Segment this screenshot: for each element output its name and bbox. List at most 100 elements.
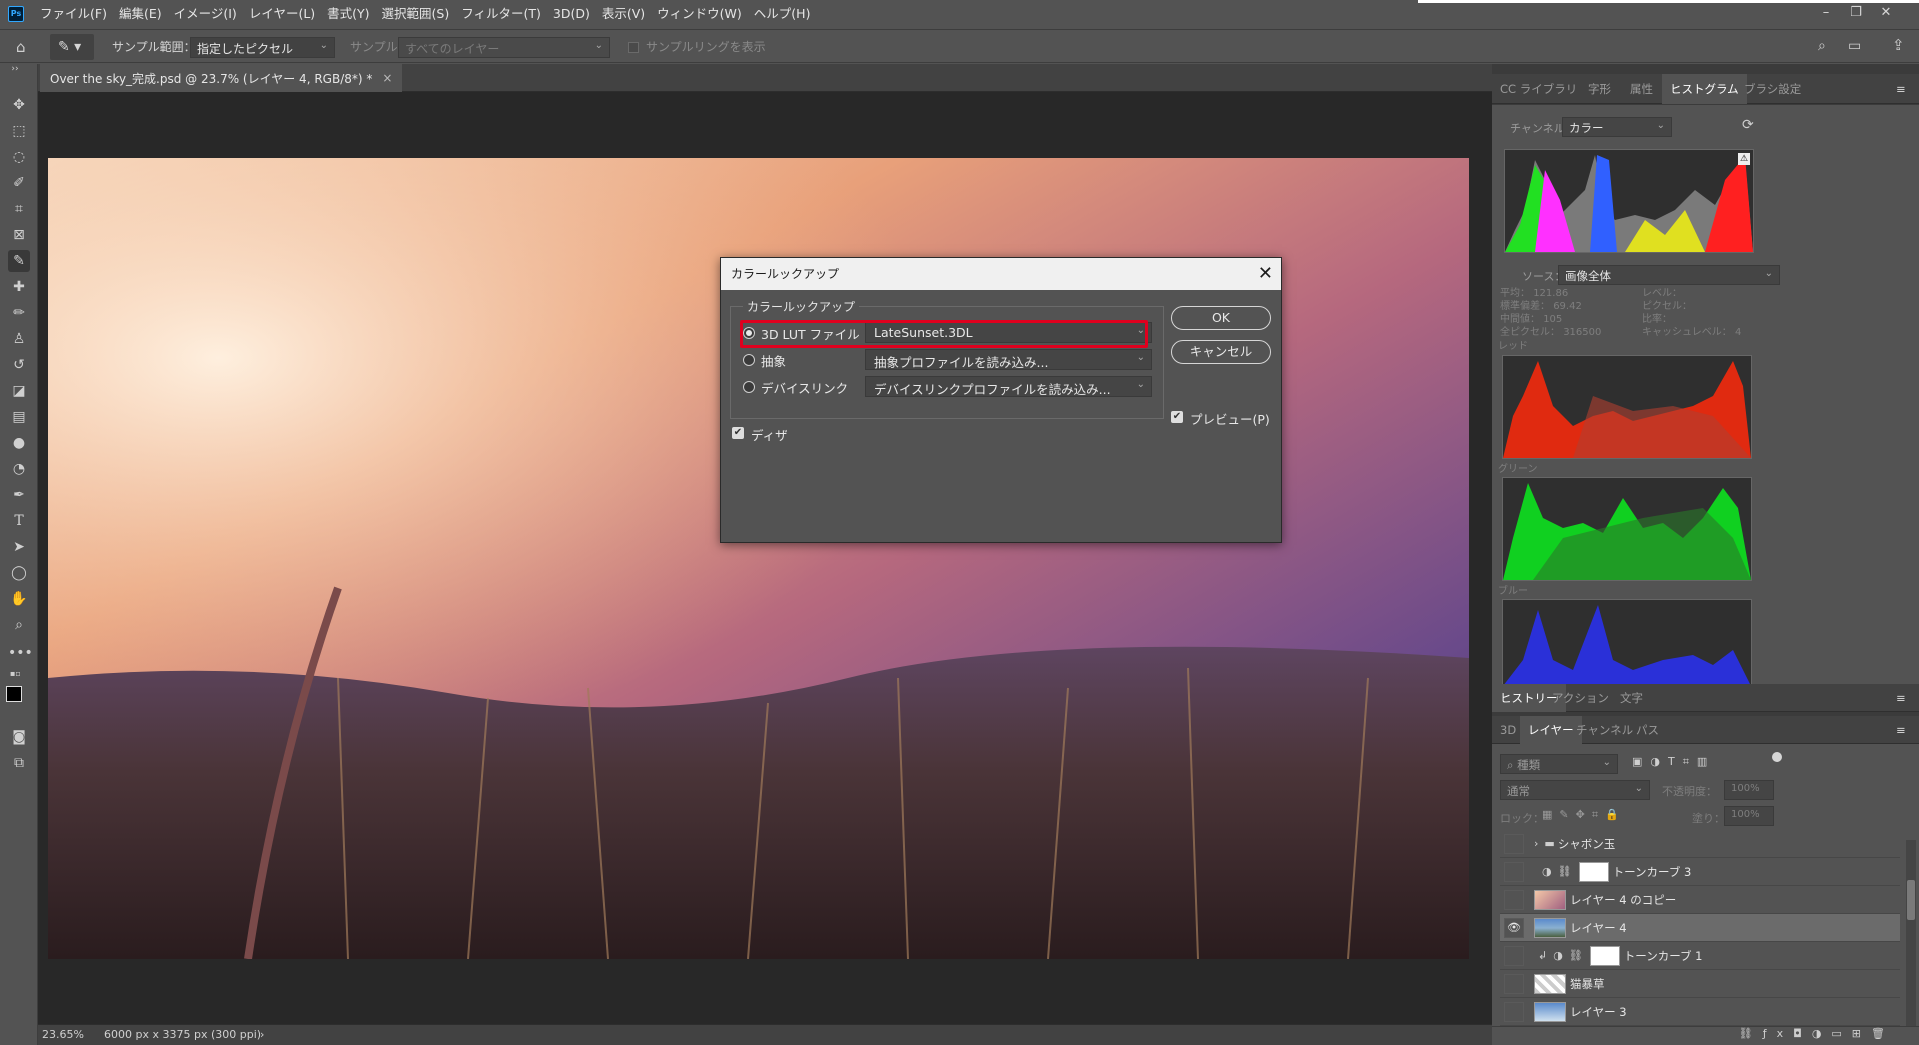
menu-image[interactable]: イメージ(I): [168, 0, 243, 28]
chevron-right-icon[interactable]: ›: [1534, 837, 1538, 850]
tab-brush-settings[interactable]: ブラシ設定: [1736, 74, 1809, 104]
refresh-icon[interactable]: ⟳: [1742, 117, 1754, 133]
layers-scrollbar-thumb[interactable]: [1907, 880, 1915, 920]
menu-layer[interactable]: レイヤー(L): [243, 0, 321, 28]
menu-filter[interactable]: フィルター(T): [455, 0, 547, 28]
devicelink-profile-select[interactable]: デバイスリンクプロファイルを読み込み... ⌄: [865, 376, 1152, 397]
visibility-toggle[interactable]: [1504, 1001, 1524, 1022]
pen-tool-icon[interactable]: ✒: [8, 484, 30, 506]
collapse-toolbox-icon[interactable]: ››: [4, 64, 26, 74]
tab-cc-libraries[interactable]: CC ライブラリ: [1492, 74, 1585, 104]
minimize-icon[interactable]: –: [1816, 4, 1836, 22]
eyedropper-preset-icon[interactable]: ✎ ▾: [50, 34, 94, 60]
dither-checkbox[interactable]: ✔: [732, 427, 744, 439]
tab-paths[interactable]: パス: [1628, 716, 1667, 744]
visibility-toggle[interactable]: [1504, 973, 1524, 994]
abstract-profile-select[interactable]: 抽象プロファイルを読み込み... ⌄: [865, 349, 1152, 370]
tab-character[interactable]: 文字: [1612, 684, 1651, 712]
dodge-tool-icon[interactable]: ◔: [8, 458, 30, 480]
channel-select[interactable]: カラー ⌄: [1562, 117, 1672, 137]
more-tools-icon[interactable]: •••: [8, 642, 33, 664]
visibility-toggle[interactable]: [1504, 861, 1524, 882]
source-select[interactable]: 画像全体 ⌄: [1558, 265, 1780, 285]
quick-select-tool-icon[interactable]: ✐: [8, 172, 30, 194]
tab-glyphs[interactable]: 字形: [1580, 74, 1619, 104]
document-tab[interactable]: Over the sky_完成.psd @ 23.7% (レイヤー 4, RGB…: [40, 64, 403, 92]
brush-tool-icon[interactable]: ✏: [8, 302, 30, 324]
blend-mode-select[interactable]: 通常 ⌄: [1500, 780, 1650, 800]
layer-filter-icons[interactable]: ▣◑T⌗▥: [1632, 755, 1715, 769]
lasso-tool-icon[interactable]: ◌: [8, 146, 30, 168]
opacity-input[interactable]: 100%: [1724, 780, 1774, 800]
search-icon[interactable]: ⌕: [1818, 38, 1826, 54]
default-colors-icon[interactable]: ▪▫: [10, 669, 21, 678]
lock-icons[interactable]: ▦✎✥⌗🔒: [1542, 808, 1626, 822]
layers-scrollbar[interactable]: [1906, 840, 1916, 1030]
panel-menu-icon[interactable]: ≡: [1888, 74, 1914, 104]
blur-tool-icon[interactable]: ●: [8, 432, 30, 454]
path-select-tool-icon[interactable]: ➤: [8, 536, 30, 558]
layer-row[interactable]: レイヤー 4 のコピー: [1500, 886, 1900, 914]
visibility-eye-icon[interactable]: 👁: [1504, 917, 1524, 938]
layer-row[interactable]: レイヤー 3: [1500, 998, 1900, 1026]
stamp-tool-icon[interactable]: ♙: [8, 328, 30, 350]
menu-3d[interactable]: 3D(D): [547, 0, 596, 28]
share-icon[interactable]: ⇪: [1892, 36, 1905, 54]
crop-tool-icon[interactable]: ⌗: [8, 198, 30, 220]
panel-menu-icon[interactable]: ≡: [1888, 684, 1914, 712]
foreground-color-swatch[interactable]: [6, 686, 22, 702]
cache-warning-icon[interactable]: ⚠: [1738, 153, 1750, 165]
screen-mode-icon[interactable]: ⧉: [8, 752, 30, 774]
fill-input[interactable]: 100%: [1724, 806, 1774, 826]
type-tool-icon[interactable]: T: [8, 510, 30, 532]
menu-view[interactable]: 表示(V): [596, 0, 651, 28]
filter-toggle-icon[interactable]: [1772, 752, 1782, 762]
radio-devicelink[interactable]: [743, 381, 755, 393]
close-tab-icon[interactable]: ×: [382, 71, 392, 85]
eyedropper-tool-icon[interactable]: ✎: [8, 250, 30, 272]
preview-checkbox[interactable]: ✔: [1171, 411, 1183, 423]
menu-type[interactable]: 書式(Y): [321, 0, 375, 28]
ok-button[interactable]: OK: [1171, 306, 1271, 330]
quick-mask-icon[interactable]: ◙: [8, 726, 30, 748]
layers-footer-icons[interactable]: ⛓ƒx◘◑▭⊞🗑: [1492, 1026, 1919, 1045]
show-ring-checkbox[interactable]: [628, 42, 639, 53]
layer-row[interactable]: ↲ ◑ ⛓ トーンカーブ 1: [1500, 942, 1900, 970]
tab-actions[interactable]: アクション: [1544, 684, 1617, 712]
zoom-tool-icon[interactable]: ⌕: [8, 614, 30, 636]
frame-tool-icon[interactable]: ⊠: [8, 224, 30, 246]
home-icon[interactable]: ⌂: [16, 38, 36, 56]
menu-select[interactable]: 選択範囲(S): [376, 0, 456, 28]
menu-edit[interactable]: 編集(E): [113, 0, 168, 28]
close-window-icon[interactable]: ✕: [1876, 4, 1896, 22]
zoom-level[interactable]: 23.65%: [42, 1028, 84, 1041]
menu-file[interactable]: ファイル(F): [34, 0, 113, 28]
marquee-tool-icon[interactable]: ⬚: [8, 120, 30, 142]
tab-histogram[interactable]: ヒストグラム: [1662, 74, 1747, 104]
workspace-icon[interactable]: ▭: [1848, 38, 1861, 54]
status-menu-chevron-icon[interactable]: ›: [260, 1028, 264, 1041]
menu-help[interactable]: ヘルプ(H): [748, 0, 817, 28]
tab-properties[interactable]: 属性: [1622, 74, 1661, 104]
visibility-toggle[interactable]: [1504, 833, 1524, 854]
panel-menu-icon[interactable]: ≡: [1888, 716, 1914, 744]
layer-row[interactable]: ◑ ⛓ トーンカーブ 3: [1500, 858, 1900, 886]
restore-icon[interactable]: ❐: [1846, 4, 1866, 22]
visibility-toggle[interactable]: [1504, 889, 1524, 910]
layer-row[interactable]: 👁 レイヤー 4: [1500, 914, 1900, 942]
layer-row[interactable]: › ▬ シャボン玉: [1500, 830, 1900, 858]
eraser-tool-icon[interactable]: ◪: [8, 380, 30, 402]
healing-brush-tool-icon[interactable]: ✚: [8, 276, 30, 298]
ellipse-tool-icon[interactable]: ◯: [8, 562, 30, 584]
visibility-toggle[interactable]: [1504, 945, 1524, 966]
move-tool-icon[interactable]: ✥: [8, 94, 30, 116]
layer-row[interactable]: 猫暴草: [1500, 970, 1900, 998]
sample-size-select[interactable]: 指定したピクセル ⌄: [190, 37, 335, 58]
gradient-tool-icon[interactable]: ▤: [8, 406, 30, 428]
radio-abstract[interactable]: [743, 354, 755, 366]
close-icon[interactable]: ✕: [1258, 258, 1273, 290]
cancel-button[interactable]: キャンセル: [1171, 340, 1271, 364]
history-brush-tool-icon[interactable]: ↺: [8, 354, 30, 376]
menu-window[interactable]: ウィンドウ(W): [651, 0, 748, 28]
hand-tool-icon[interactable]: ✋: [8, 588, 30, 610]
